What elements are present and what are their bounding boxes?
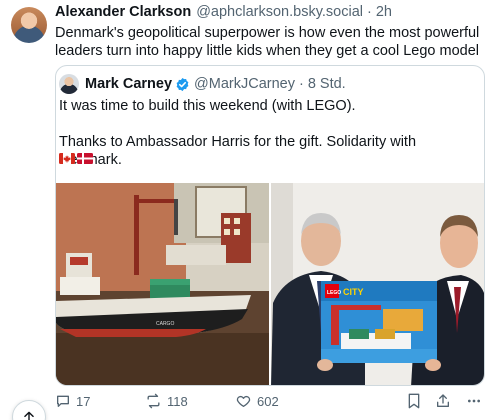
people-holding-box-illustration: LEGO CITY <box>271 183 484 385</box>
like-button[interactable]: 602 <box>235 393 279 409</box>
quoted-author-avatar[interactable] <box>59 74 79 94</box>
lego-box-photo[interactable]: LEGO CITY <box>271 183 484 385</box>
post-time[interactable]: 2h <box>376 4 392 20</box>
flag-emojis <box>59 153 93 164</box>
verified-badge-icon <box>175 77 190 92</box>
canada-flag-icon <box>59 153 75 164</box>
author-name[interactable]: Alexander Clarkson <box>55 4 191 20</box>
reply-icon <box>57 395 69 407</box>
post[interactable]: Alexander Clarkson @aphclarkson.bsky.soc… <box>0 0 495 420</box>
heart-icon <box>236 395 251 407</box>
repost-button[interactable]: 118 <box>145 393 188 409</box>
separator-dot: · <box>366 4 372 20</box>
author-handle[interactable]: @aphclarkson.bsky.social <box>196 4 363 20</box>
quoted-post[interactable]: Mark Carney @MarkJCarney · 8 Std. It was… <box>55 65 485 386</box>
lego-ship-illustration: CARGO <box>56 183 269 385</box>
quoted-author-name[interactable]: Mark Carney <box>85 76 172 92</box>
hull-label: CARGO <box>156 321 174 327</box>
post-actions: 17 118 602 <box>55 393 485 413</box>
more-options-button[interactable] <box>465 393 488 409</box>
share-icon <box>437 394 449 407</box>
separator-dot: · <box>298 76 304 92</box>
media-grid: CARGO LEGO CITY <box>56 183 484 385</box>
quoted-post-text: It was time to build this weekend (with … <box>59 97 479 169</box>
lego-ship-photo[interactable]: CARGO <box>56 183 269 385</box>
reply-count: 17 <box>76 393 91 409</box>
arrow-up-icon <box>24 411 34 420</box>
reply-button[interactable]: 17 <box>55 393 90 409</box>
post-text: Denmark's geopolitical superpower is how… <box>55 25 480 59</box>
share-button[interactable] <box>435 393 456 409</box>
author-avatar[interactable] <box>11 7 47 43</box>
quoted-post-header: Mark Carney @MarkJCarney · 8 Std. <box>59 73 346 95</box>
box-title: CITY <box>343 287 364 297</box>
repost-icon <box>147 393 160 409</box>
repost-count: 118 <box>167 393 188 409</box>
more-icon <box>468 399 480 403</box>
denmark-flag-icon <box>77 153 93 164</box>
like-count: 602 <box>257 393 279 409</box>
quoted-author-handle[interactable]: @MarkJCarney <box>194 76 295 92</box>
scroll-to-top-button[interactable] <box>12 400 46 420</box>
quoted-text-line: Thanks to Ambassador Harris for the gift… <box>59 134 417 168</box>
box-brand: LEGO <box>327 290 341 296</box>
bookmark-icon <box>408 393 420 409</box>
quoted-post-time[interactable]: 8 Std. <box>308 76 346 92</box>
post-header: Alexander Clarkson @aphclarkson.bsky.soc… <box>55 4 392 24</box>
bookmark-button[interactable] <box>407 393 426 409</box>
quoted-text-line: It was time to build this weekend (with … <box>59 98 356 114</box>
